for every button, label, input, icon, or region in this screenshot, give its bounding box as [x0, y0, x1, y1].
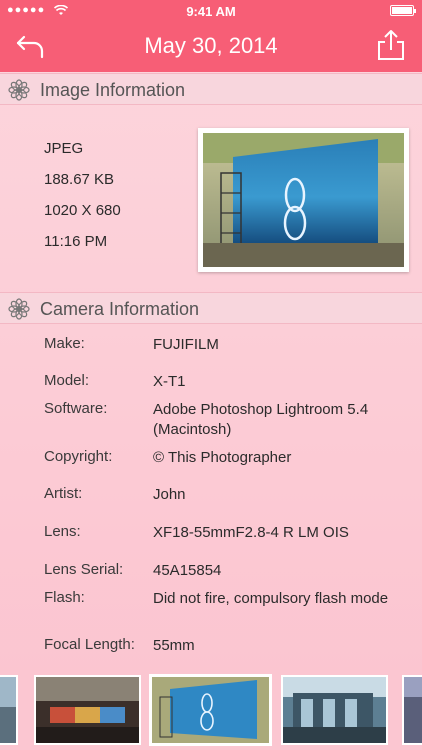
flash-label: Flash:: [44, 589, 85, 606]
software-value: Adobe Photoshop Lightroom 5.4 (Macintosh…: [153, 401, 369, 438]
battery-icon: [390, 5, 416, 16]
photo-thumbnail[interactable]: [198, 128, 409, 272]
image-format: JPEG: [44, 140, 84, 157]
filmstrip-thumbnail[interactable]: [402, 675, 422, 745]
filmstrip-thumbnail[interactable]: [281, 675, 388, 745]
filmstrip-thumbnail[interactable]: [34, 675, 141, 745]
lens-value: XF18-55mmF2.8-4 R LM OIS: [153, 524, 349, 541]
focal-length-value: 55mm: [153, 637, 195, 654]
share-button[interactable]: [374, 28, 408, 62]
image-time: 11:16 PM: [44, 233, 108, 250]
navigation-bar: May 30, 2014: [0, 22, 422, 72]
thumbnail-image: [152, 677, 269, 743]
camera-info-header: Camera Information: [0, 292, 422, 324]
model-value: X-T1: [153, 373, 186, 390]
thumbnail-image: [0, 677, 16, 743]
copyright-value: © This Photographer: [153, 449, 292, 466]
section-title: Image Information: [40, 80, 186, 100]
section-title: Camera Information: [40, 299, 200, 319]
flash-value: Did not fire, compulsory flash mode: [153, 590, 389, 607]
flower-icon: [8, 79, 30, 101]
thumbnail-image: [404, 677, 422, 743]
thumbnail-image: [36, 677, 139, 743]
photo-filmstrip[interactable]: [0, 670, 422, 750]
image-file-size: 188.67 KB: [44, 171, 115, 188]
photo-preview-image: [203, 133, 404, 267]
software-label: Software:: [44, 400, 108, 417]
filmstrip-thumbnail[interactable]: [0, 675, 18, 745]
image-dimensions: 1020 X 680: [44, 202, 121, 219]
status-bar: ●●●●● 9:41 AM: [0, 0, 422, 22]
image-info-header: Image Information: [0, 73, 422, 105]
model-label: Model:: [44, 372, 90, 389]
focal-length-label: Focal Length:: [44, 636, 135, 653]
lens-label: Lens:: [44, 523, 81, 540]
make-value: FUJIFILM: [153, 336, 219, 353]
thumbnail-image: [283, 677, 386, 743]
artist-label: Artist:: [44, 485, 83, 502]
page-title: May 30, 2014: [144, 33, 278, 58]
make-label: Make:: [44, 335, 85, 352]
lens-serial-label: Lens Serial:: [44, 561, 124, 578]
copyright-label: Copyright:: [44, 448, 113, 465]
filmstrip-thumbnail-selected[interactable]: [149, 674, 272, 746]
artist-value: John: [153, 486, 186, 503]
flower-icon: [8, 298, 30, 320]
share-upload-icon: [378, 30, 404, 60]
status-time: 9:41 AM: [186, 4, 236, 19]
lens-serial-value: 45A15854: [153, 562, 222, 579]
image-info-list: JPEG 188.67 KB 1020 X 680 11:16 PM: [44, 140, 121, 264]
